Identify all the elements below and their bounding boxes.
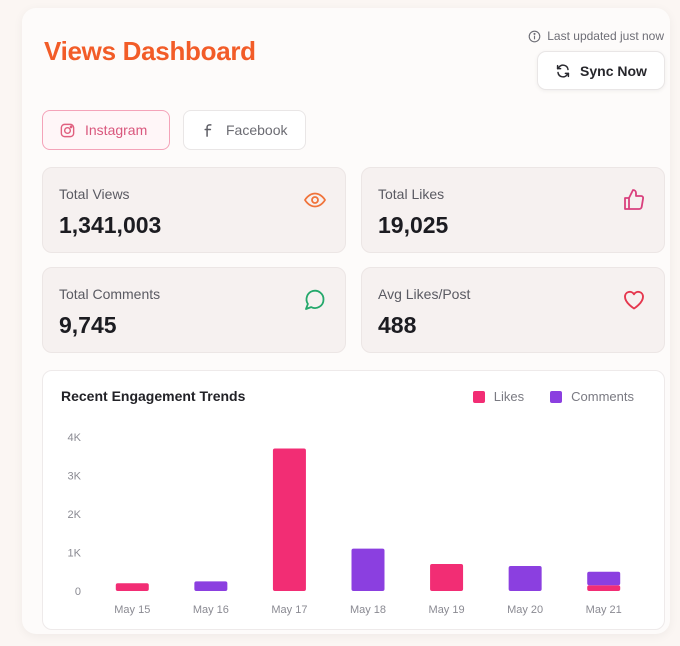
y-tick-label: 3K <box>68 471 82 483</box>
y-tick-label: 4K <box>68 432 82 444</box>
y-tick-label: 1K <box>68 548 82 560</box>
tab-instagram[interactable]: Instagram <box>42 110 170 150</box>
stat-card-total-likes: Total Likes 19,025 <box>361 167 665 253</box>
eye-icon <box>303 192 327 208</box>
bar-comments-may-21 <box>587 571 621 586</box>
page-title: Views Dashboard <box>44 36 256 66</box>
stat-card-avg-likes: Avg Likes/Post 488 <box>361 267 665 353</box>
stat-value: 1,341,003 <box>59 212 162 238</box>
bar-comments-may-16 <box>194 581 228 591</box>
tab-facebook[interactable]: Facebook <box>183 110 306 150</box>
heart-icon <box>624 290 644 310</box>
x-tick-label: May 16 <box>193 604 229 616</box>
message-circle-icon <box>305 289 325 310</box>
thumbs-up-icon <box>624 189 645 210</box>
stat-label: Avg Likes/Post <box>378 286 471 302</box>
refresh-icon <box>556 63 570 78</box>
y-tick-label: 0 <box>75 586 81 598</box>
bar-comments-may-18 <box>351 548 385 591</box>
x-tick-label: May 15 <box>114 604 150 616</box>
stat-label: Total Comments <box>59 286 161 302</box>
bar-likes-may-19 <box>430 564 464 591</box>
x-tick-label: May 17 <box>271 604 307 616</box>
stat-value: 9,745 <box>59 312 117 338</box>
info-icon <box>528 30 541 42</box>
bar-likes-may-21 <box>587 585 621 591</box>
sync-now-label: Sync Now <box>580 62 647 79</box>
bar-comments-may-20 <box>508 565 542 591</box>
bar-chart: 0 1K 2K 3K 4K May 15 May 16 May 17 May 18 May 19 M… <box>68 432 622 616</box>
y-tick-label: 2K <box>68 509 82 521</box>
x-tick-label: May 18 <box>350 604 386 616</box>
last-updated-status: Last updated just now <box>528 29 664 43</box>
instagram-icon <box>60 123 75 137</box>
tab-instagram-label: Instagram <box>85 122 148 138</box>
x-tick-label: May 19 <box>429 604 465 616</box>
engagement-chart-card: Recent Engagement Trends Likes Comments … <box>42 370 665 630</box>
stat-label: Total Views <box>59 186 130 202</box>
tab-facebook-label: Facebook <box>226 122 288 138</box>
stat-value: 488 <box>378 312 417 338</box>
last-updated-text: Last updated just now <box>547 29 664 43</box>
facebook-icon <box>204 123 212 137</box>
stat-card-total-comments: Total Comments 9,745 <box>42 267 346 353</box>
stat-card-total-views: Total Views 1,341,003 <box>42 167 346 253</box>
x-tick-label: May 21 <box>586 604 622 616</box>
x-tick-label: May 20 <box>507 604 543 616</box>
sync-now-button[interactable]: Sync Now <box>537 51 665 90</box>
bar-likes-may-15 <box>115 583 149 591</box>
stat-label: Total Likes <box>378 186 445 202</box>
stat-value: 19,025 <box>378 212 449 238</box>
bar-likes-may-17 <box>272 448 306 591</box>
